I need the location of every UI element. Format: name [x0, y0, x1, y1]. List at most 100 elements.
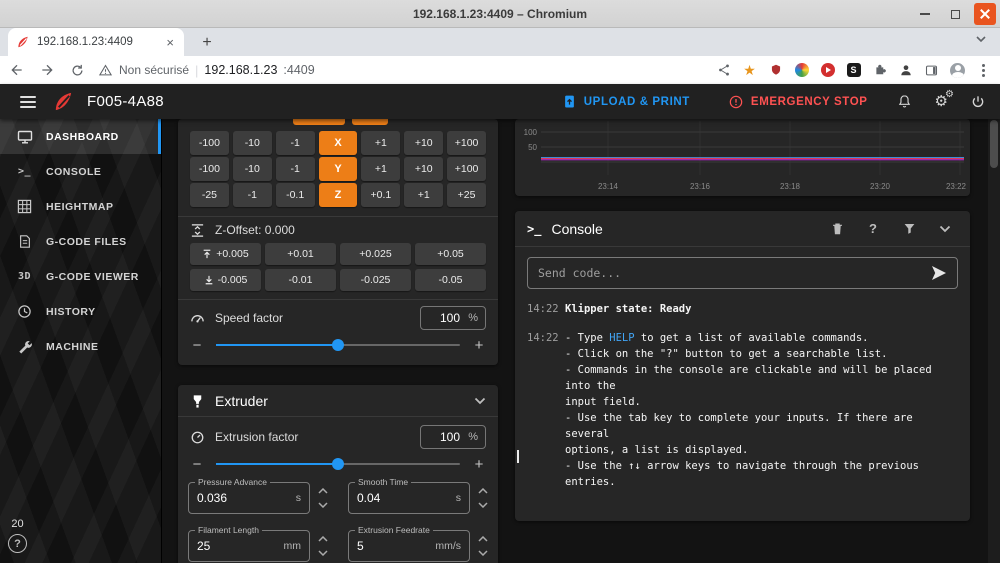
- zoffset-up-0-005[interactable]: +0.005: [190, 243, 261, 265]
- speed-factor-input[interactable]: [428, 311, 460, 325]
- clear-console-trash-icon[interactable]: [824, 222, 850, 236]
- back-button[interactable]: [4, 58, 30, 82]
- tab-close-icon[interactable]: ×: [164, 35, 176, 50]
- jog-z-plus-0-1[interactable]: +0.1: [361, 183, 401, 207]
- sidebar-item-dashboard[interactable]: DASHBOARD: [0, 119, 161, 154]
- decrease-button[interactable]: [476, 501, 490, 510]
- power-icon[interactable]: [970, 94, 986, 110]
- notifications-bell-icon[interactable]: [896, 93, 913, 110]
- jog-x-plus-100[interactable]: +100: [447, 131, 487, 155]
- maximize-button[interactable]: [944, 3, 966, 25]
- slider-track[interactable]: [216, 339, 460, 351]
- command-help-button[interactable]: ?: [860, 221, 886, 236]
- extrusion-factor-field[interactable]: %: [420, 425, 486, 449]
- extrusion-feedrate-input[interactable]: [357, 539, 432, 553]
- jog-x-plus-10[interactable]: +10: [404, 131, 444, 155]
- decrease-button[interactable]: [316, 549, 330, 558]
- browser-menu-icon[interactable]: [975, 62, 992, 79]
- slider-thumb[interactable]: [332, 339, 344, 351]
- zoffset-up-0-01[interactable]: +0.01: [265, 243, 336, 265]
- close-button[interactable]: [974, 3, 996, 25]
- jog-x-minus-1[interactable]: -1: [275, 131, 315, 155]
- browser-tab[interactable]: 192.168.1.23:4409 ×: [8, 28, 184, 56]
- jog-z-plus-25[interactable]: +25: [447, 183, 487, 207]
- smooth-time-field[interactable]: Smooth Time s: [348, 477, 470, 514]
- smooth-time-input[interactable]: [357, 491, 452, 505]
- slider-increase-button[interactable]: +: [472, 338, 486, 353]
- forward-button[interactable]: [34, 58, 60, 82]
- home-button-partial[interactable]: [352, 119, 388, 125]
- jog-y-plus-10[interactable]: +10: [404, 157, 444, 181]
- extrusion-factor-input[interactable]: [428, 430, 460, 444]
- pressure-advance-field[interactable]: Pressure Advance s: [188, 477, 310, 514]
- decrease-button[interactable]: [316, 501, 330, 510]
- slider-decrease-button[interactable]: −: [190, 338, 204, 353]
- zoffset-down-0-05[interactable]: -0.05: [415, 269, 486, 291]
- collapse-chevron-icon[interactable]: [474, 397, 486, 405]
- menu-toggle-icon[interactable]: [14, 90, 42, 114]
- jog-z-plus-1[interactable]: +1: [404, 183, 444, 207]
- sidebar-item-history[interactable]: HISTORY: [0, 294, 161, 329]
- jog-z-minus-25[interactable]: -25: [190, 183, 229, 207]
- decrease-button[interactable]: [476, 549, 490, 558]
- zoffset-down-0-005[interactable]: -0.005: [190, 269, 261, 291]
- play-extension-icon[interactable]: [819, 62, 836, 79]
- side-panel-icon[interactable]: [923, 62, 940, 79]
- pressure-advance-input[interactable]: [197, 491, 292, 505]
- slider-thumb[interactable]: [332, 458, 344, 470]
- jog-x-plus-1[interactable]: +1: [361, 131, 401, 155]
- jog-y-minus-100[interactable]: -100: [190, 157, 229, 181]
- sidebar-item-gcode-viewer[interactable]: 3D G-CODE VIEWER: [0, 259, 161, 294]
- jog-y-plus-1[interactable]: +1: [361, 157, 401, 181]
- zoffset-down-0-01[interactable]: -0.01: [265, 269, 336, 291]
- tab-search-chevron-icon[interactable]: [976, 36, 986, 42]
- s-extension-icon[interactable]: S: [845, 62, 862, 79]
- color-wheel-extension-icon[interactable]: [793, 62, 810, 79]
- axis-y-button[interactable]: Y: [318, 157, 358, 181]
- slider-track[interactable]: [216, 458, 460, 470]
- new-tab-button[interactable]: +: [196, 32, 218, 54]
- zoffset-down-0-025[interactable]: -0.025: [340, 269, 411, 291]
- filament-length-input[interactable]: [197, 539, 280, 553]
- minimize-button[interactable]: [914, 3, 936, 25]
- jog-x-minus-10[interactable]: -10: [232, 131, 272, 155]
- increase-button[interactable]: [316, 487, 330, 496]
- zoffset-up-0-025[interactable]: +0.025: [340, 243, 411, 265]
- axis-z-button[interactable]: Z: [318, 183, 358, 207]
- extrusion-feedrate-field[interactable]: Extrusion Feedrate mm/s: [348, 525, 470, 562]
- jog-y-plus-100[interactable]: +100: [447, 157, 487, 181]
- jog-z-minus-0-1[interactable]: -0.1: [275, 183, 315, 207]
- puzzle-extensions-icon[interactable]: [871, 62, 888, 79]
- sidebar-item-gcode-files[interactable]: G-CODE FILES: [0, 224, 161, 259]
- increase-button[interactable]: [316, 535, 330, 544]
- temperature-chart[interactable]: 100 50 23:14 23:16 23:18 23:20 23:22: [515, 119, 970, 196]
- jog-y-minus-10[interactable]: -10: [232, 157, 272, 181]
- scrollbar-thumb[interactable]: [990, 120, 998, 168]
- increase-button[interactable]: [476, 487, 490, 496]
- jog-y-minus-1[interactable]: -1: [275, 157, 315, 181]
- extruder-panel-header[interactable]: Extruder: [178, 385, 498, 417]
- silhouette-extension-icon[interactable]: [897, 62, 914, 79]
- sidebar-item-heightmap[interactable]: HEIGHTMAP: [0, 189, 161, 224]
- filament-length-field[interactable]: Filament Length mm: [188, 525, 310, 562]
- emergency-stop-button[interactable]: EMERGENCY STOP: [722, 90, 874, 114]
- upload-print-button[interactable]: UPLOAD & PRINT: [556, 90, 696, 113]
- reload-button[interactable]: [64, 58, 90, 82]
- axis-x-button[interactable]: X: [318, 131, 358, 155]
- zoffset-up-0-05[interactable]: +0.05: [415, 243, 486, 265]
- profile-avatar[interactable]: [949, 62, 966, 79]
- speed-factor-field[interactable]: %: [420, 306, 486, 330]
- bookmark-star-icon[interactable]: ★: [741, 62, 758, 79]
- collapse-chevron-icon[interactable]: [932, 225, 958, 233]
- share-icon[interactable]: [715, 62, 732, 79]
- page-scrollbar[interactable]: [988, 119, 1000, 563]
- console-input[interactable]: [538, 266, 923, 280]
- slider-decrease-button[interactable]: −: [190, 457, 204, 472]
- filter-icon[interactable]: [896, 222, 922, 235]
- send-icon[interactable]: [931, 265, 947, 281]
- sidebar-item-console[interactable]: >_ CONSOLE: [0, 154, 161, 189]
- settings-gears-icon[interactable]: ⚙ ⚙: [935, 90, 954, 109]
- jog-z-minus-1[interactable]: -1: [232, 183, 272, 207]
- sidebar-item-machine[interactable]: MACHINE: [0, 329, 161, 364]
- jog-x-minus-100[interactable]: -100: [190, 131, 229, 155]
